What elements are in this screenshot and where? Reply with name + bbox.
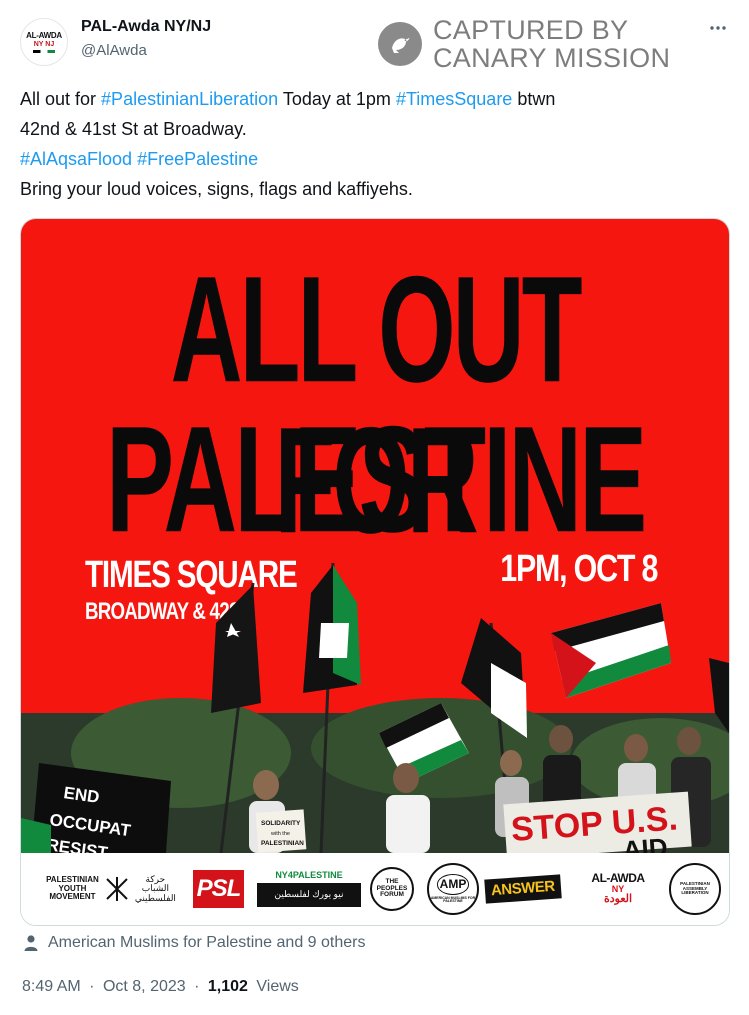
logo-alawda-arabic: العودة <box>603 893 633 906</box>
hashtag-link[interactable]: #PalestinianLiberation <box>101 89 278 109</box>
author-avatar[interactable]: AL-AWDA NY NJ <box>20 18 68 66</box>
hashtag-link[interactable]: #FreePalestine <box>137 149 258 169</box>
protest-poster: ALL OUT FOR PALESTINE TIMES SQUARE BROAD… <box>21 219 729 853</box>
logo-peoples-forum: THE PEOPLES FORUM <box>369 863 415 915</box>
logo-ny4p-arabic: نيو يورك لفلسطين <box>257 882 361 907</box>
canary-mission-watermark: CAPTURED BY CANARY MISSION <box>378 16 678 72</box>
logo-alawda: AL-AWDA NY العودة <box>573 863 663 915</box>
logo-pym-arabic-3: الفلسطيني <box>134 892 176 903</box>
organizer-logos-strip: PALESTINIAN YOUTH MOVEMENT حركة الشباب ا… <box>21 853 729 925</box>
watermark-line-2: CANARY MISSION <box>433 43 671 73</box>
meta-separator: · <box>89 978 95 995</box>
logo-pf-line-3: FORUM <box>380 891 404 899</box>
person-icon <box>24 935 38 951</box>
tweet-line: Bring your loud voices, signs, flags and… <box>20 174 720 204</box>
views-count[interactable]: 1,102 <box>208 978 248 995</box>
tweet-meta: 8:49 AM · Oct 8, 2023 · 1,102 Views <box>22 978 299 996</box>
logo-ny4p-text: NY4PALESTINE <box>275 870 343 881</box>
poster-title-line-2: PALESTINE <box>105 395 647 565</box>
protest-crowd-photo: END OCCUPAT RESIST SOLIDARITY with the P… <box>21 563 729 853</box>
tweet-text-segment: 42nd & 41st St at Broadway. <box>20 119 247 139</box>
tweet-line: #AlAqsaFlood #FreePalestine <box>20 144 720 174</box>
logo-pym-line-3: MOVEMENT <box>49 892 96 902</box>
retweet-context-text: American Muslims for Palestine and 9 oth… <box>48 934 366 951</box>
tweet-text-segment: All out for <box>20 89 102 109</box>
more-horizontal-icon <box>710 26 726 30</box>
tweet-text-segment: Today at 1pm <box>278 89 396 109</box>
tweet-media-image[interactable]: ALL OUT FOR PALESTINE TIMES SQUARE BROAD… <box>20 218 730 926</box>
meta-separator: · <box>194 978 200 995</box>
solidarity-sign-line-2: with the <box>270 831 290 837</box>
canary-bird-icon <box>378 22 422 66</box>
tweet-line: All out for #PalestinianLiberation Today… <box>20 84 720 114</box>
pym-star-icon <box>106 877 128 901</box>
avatar-text-top: AL-AWDA <box>26 30 62 40</box>
watermark-line-1: CAPTURED BY <box>433 15 629 45</box>
logo-psl-text: PSL <box>192 870 245 908</box>
retweet-context[interactable]: American Muslims for Palestine and 9 oth… <box>22 932 365 954</box>
views-label: Views <box>256 978 299 995</box>
author-display-name[interactable]: PAL-Awda NY/NJ <box>81 18 211 36</box>
tweet-line: 42nd & 41st St at Broadway. <box>20 114 720 144</box>
solidarity-sign-line-3: PALESTINIAN <box>261 840 304 847</box>
tweet-text-segment: btwn <box>512 89 556 109</box>
tweet-text: All out for #PalestinianLiberation Today… <box>20 84 720 204</box>
logo-psl: PSL <box>191 863 246 915</box>
avatar-flag-stripe <box>33 49 55 53</box>
logo-pal-line-3: LIBERATION <box>681 890 709 896</box>
hashtag-link[interactable]: #AlAqsaFlood <box>20 149 132 169</box>
stop-sign-text-2: AID <box>622 832 669 853</box>
tweet-time[interactable]: 8:49 AM <box>22 978 81 995</box>
logo-answer: ANSWER <box>484 863 562 915</box>
logo-ny4palestine: NY4PALESTINE نيو يورك لفلسطين <box>253 863 365 915</box>
watermark-text: CAPTURED BY CANARY MISSION <box>433 16 670 72</box>
tweet-date[interactable]: Oct 8, 2023 <box>103 978 186 995</box>
solidarity-sign-line-1: SOLIDARITY <box>261 820 301 827</box>
author-handle[interactable]: @AlAwda <box>81 42 147 59</box>
logo-amp-sub: AMERICAN MUSLIMS FOR PALESTINE <box>430 895 476 904</box>
logo-pym: PALESTINIAN YOUTH MOVEMENT حركة الشباب ا… <box>31 863 191 915</box>
logo-answer-text: ANSWER <box>484 874 562 904</box>
logo-alawda-line-1: AL-AWDA <box>591 871 645 886</box>
avatar-text-bottom: NY NJ <box>33 40 55 48</box>
tweet-text-segment: Bring your loud voices, signs, flags and… <box>20 179 413 199</box>
logo-pal: PALESTINIAN ASSEMBLY LIBERATION <box>667 863 723 915</box>
logo-amp-text: AMP <box>436 874 470 895</box>
hashtag-link[interactable]: #TimesSquare <box>396 89 512 109</box>
logo-amp: AMP AMERICAN MUSLIMS FOR PALESTINE <box>425 863 481 915</box>
more-options-button[interactable] <box>702 12 734 44</box>
